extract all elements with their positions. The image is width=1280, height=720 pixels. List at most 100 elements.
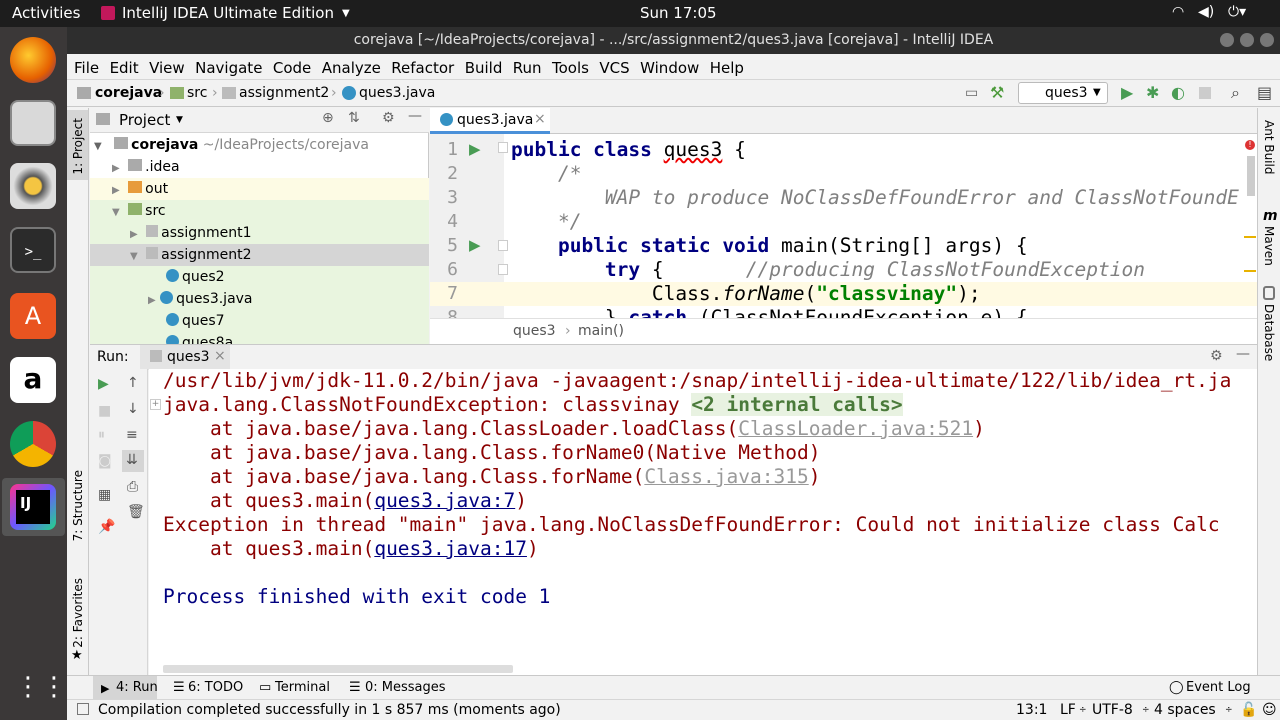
print-icon[interactable]: ⎙ (127, 479, 138, 495)
menu-build[interactable]: Build (462, 54, 506, 77)
editor-tab-ques3[interactable]: ques3.java × (430, 108, 550, 134)
breadcrumb-project[interactable]: corejava (95, 85, 162, 101)
tab-todo[interactable]: 6: TODO (188, 680, 243, 695)
tab-terminal[interactable]: Terminal (275, 680, 330, 695)
scroll-to-end-icon[interactable]: ⇊ (126, 452, 138, 468)
fold-icon[interactable] (498, 142, 508, 153)
tab-messages[interactable]: 0: Messages (365, 680, 446, 695)
project-view-title[interactable]: Project (119, 111, 170, 129)
app-menu-icon[interactable] (101, 6, 115, 20)
menu-view[interactable]: View (146, 54, 188, 77)
power-icon[interactable]: ⏻▾ (1228, 4, 1246, 20)
menu-refactor[interactable]: Refactor (388, 54, 457, 77)
stacktrace-link[interactable]: ClassLoader.java:521 (738, 417, 973, 440)
chevron-down-icon[interactable]: ▼ (176, 115, 183, 125)
editor-breadcrumb-class[interactable]: ques3 (513, 323, 556, 339)
maximize-icon[interactable] (1240, 33, 1254, 47)
gear-icon[interactable]: ⚙ (382, 110, 395, 126)
breadcrumb-src[interactable]: src (187, 85, 207, 101)
lock-icon[interactable]: 🔓 (1240, 702, 1257, 718)
tree-item-ques3[interactable]: ▶ ques3.java (148, 288, 253, 310)
pause-icon[interactable]: ⏸ (98, 427, 105, 443)
pin-icon[interactable]: 📌 (98, 519, 115, 535)
status-toggle-icon[interactable] (77, 703, 89, 715)
coverage-icon[interactable]: ◐ (1171, 83, 1185, 102)
tool-ant-build[interactable]: Ant Build (1262, 120, 1276, 174)
gear-icon[interactable]: ⚙ (1210, 348, 1223, 364)
stacktrace-link[interactable]: Class.java:315 (644, 465, 808, 488)
volume-icon[interactable]: ◀) (1198, 4, 1214, 20)
fold-icon[interactable] (498, 240, 508, 251)
tree-item-assignment1[interactable]: ▶ assignment1 (130, 222, 252, 244)
tree-item-ques2[interactable]: ques2 (166, 266, 225, 288)
tree-item-out[interactable]: ▶ out (112, 178, 168, 200)
status-message[interactable]: Compilation completed successfully in 1 … (98, 702, 561, 718)
run-tab-ques3[interactable]: ques3 × (140, 345, 230, 370)
stacktrace-link[interactable]: ques3.java:7 (374, 489, 515, 512)
vcs-icon[interactable]: ▤ (1257, 83, 1272, 102)
rerun-icon[interactable]: ▶ (98, 376, 109, 392)
tab-event-log[interactable]: Event Log (1186, 680, 1251, 695)
debug-icon[interactable]: ✱ (1146, 83, 1159, 102)
menu-file[interactable]: File (71, 54, 102, 77)
terminal-icon[interactable]: >_ (10, 227, 56, 273)
tool-database[interactable]: Database (1262, 304, 1276, 361)
expand-icon[interactable]: + (150, 399, 161, 410)
tree-item-src[interactable]: ▼ src (112, 200, 166, 222)
menu-code[interactable]: Code (270, 54, 314, 77)
show-apps-icon[interactable]: ⋮⋮⋮ (15, 670, 93, 706)
close-tab-icon[interactable]: × (214, 348, 226, 364)
code-area[interactable]: public class ques3 { /* WAP to produce N… (511, 134, 1251, 318)
tree-item-ques7[interactable]: ques7 (166, 310, 225, 332)
rhythmbox-icon[interactable] (10, 163, 56, 209)
hide-icon[interactable]: — (408, 108, 422, 124)
build-hammer-icon[interactable]: ⚒ (990, 83, 1004, 102)
indent-setting[interactable]: 4 spaces (1154, 702, 1216, 718)
wifi-icon[interactable]: ◠ (1172, 4, 1184, 20)
locate-icon[interactable]: ⊕ (322, 110, 334, 126)
search-icon[interactable]: ⌕ (1231, 83, 1240, 103)
line-ending[interactable]: LF (1060, 702, 1076, 718)
encoding[interactable]: UTF-8 (1092, 702, 1133, 718)
amazon-icon[interactable]: a (10, 357, 56, 403)
minimize-icon[interactable] (1220, 33, 1234, 47)
tool-favorites[interactable]: 2: Favorites (71, 578, 85, 648)
stop-icon[interactable]: ■ (98, 403, 111, 419)
soft-wrap-icon[interactable]: ≡ (126, 427, 138, 443)
error-indicator-icon[interactable]: ! (1245, 140, 1255, 150)
menu-navigate[interactable]: Navigate (192, 54, 265, 77)
software-center-icon[interactable]: A (10, 293, 56, 339)
layout-icon[interactable]: ▦ (98, 487, 111, 503)
console-scrollbar[interactable] (163, 665, 513, 673)
activities-button[interactable]: Activities (12, 4, 80, 22)
camera-icon[interactable]: ◙ (98, 453, 112, 469)
breadcrumb-package[interactable]: assignment2 (239, 85, 329, 101)
editor-scrollbar[interactable] (1247, 156, 1255, 196)
hide-icon[interactable]: — (1236, 346, 1250, 362)
app-menu[interactable]: IntelliJ IDEA Ultimate Edition (122, 4, 334, 22)
tree-item-ques8a[interactable]: ques8a (166, 332, 233, 344)
intellij-icon[interactable]: IJ (10, 484, 56, 530)
tree-item-idea[interactable]: ▶ .idea (112, 156, 180, 178)
menu-help[interactable]: Help (707, 54, 747, 77)
up-arrow-icon[interactable]: ↑ (127, 375, 139, 391)
tree-item-assignment2[interactable]: ▼ assignment2 (130, 244, 252, 266)
firefox-icon[interactable] (10, 37, 56, 83)
menu-edit[interactable]: Edit (107, 54, 142, 77)
close-tab-icon[interactable]: × (534, 111, 546, 127)
cursor-position[interactable]: 13:1 (1016, 702, 1047, 718)
tool-project[interactable]: 1: Project (71, 118, 85, 175)
files-icon[interactable] (10, 100, 56, 146)
close-icon[interactable] (1260, 33, 1274, 47)
collapse-icon[interactable]: ⇅ (348, 110, 360, 126)
chrome-icon[interactable] (10, 421, 56, 467)
trash-icon[interactable]: 🗑 (127, 504, 145, 520)
menu-vcs[interactable]: VCS (596, 54, 632, 77)
menu-analyze[interactable]: Analyze (319, 54, 384, 77)
clock[interactable]: Sun 17:05 (640, 4, 717, 22)
tab-run[interactable]: 4: Run (116, 680, 158, 695)
internal-calls-folded[interactable]: <2 internal calls> (691, 393, 903, 416)
fold-icon[interactable] (498, 264, 508, 275)
console-output[interactable]: + /usr/lib/jvm/jdk-11.0.2/bin/java -java… (149, 369, 1257, 675)
run-icon[interactable]: ▶ (1121, 83, 1133, 102)
